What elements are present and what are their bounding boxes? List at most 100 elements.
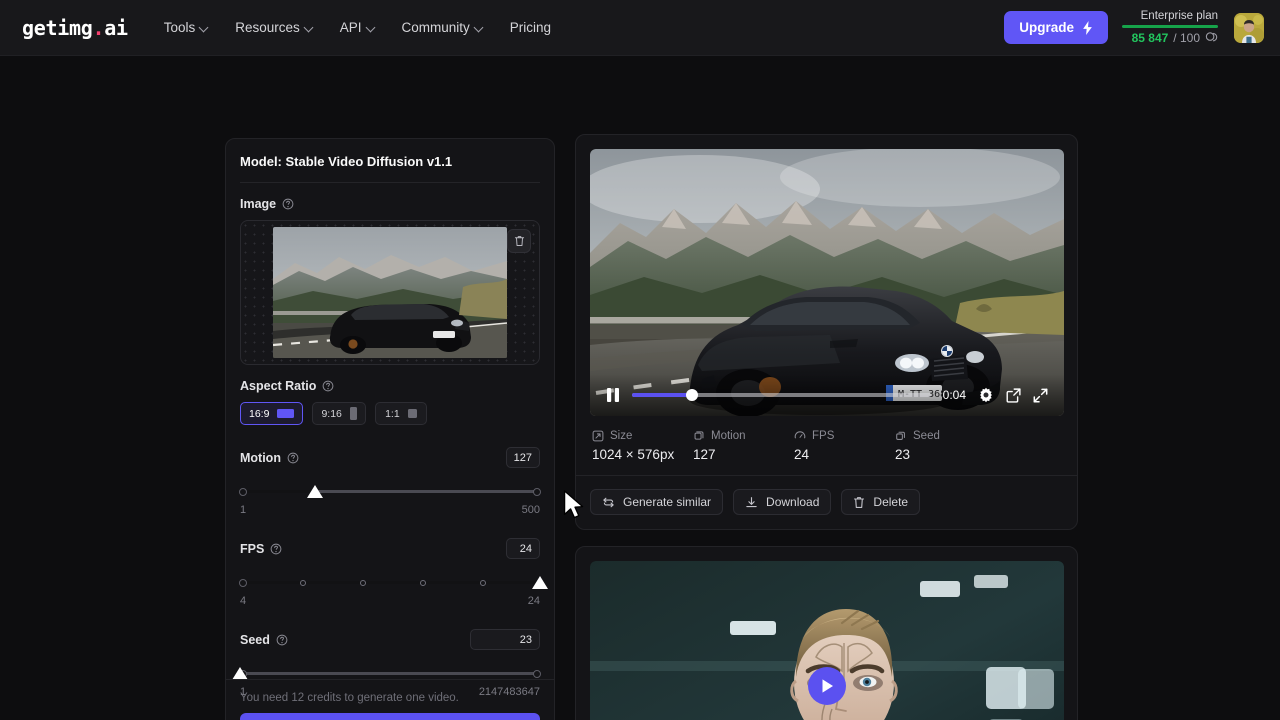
play-button-secondary[interactable]: [808, 667, 846, 705]
fps-slider[interactable]: [240, 573, 540, 593]
site-logo[interactable]: getimg.ai: [22, 16, 128, 40]
generate-similar-button[interactable]: Generate similar: [590, 489, 723, 515]
plan-usage-block[interactable]: Enterprise plan 85 847 / 100: [1122, 10, 1220, 45]
trash-icon: [514, 235, 525, 247]
video-result-card-secondary: [575, 546, 1078, 720]
pause-icon[interactable]: [606, 387, 620, 403]
aspect-ratio-label-text: Aspect Ratio: [240, 379, 316, 393]
meta-item-size: Size 1024 × 576px: [592, 430, 693, 462]
motion-label-text: Motion: [240, 451, 281, 465]
upgrade-label: Upgrade: [1019, 20, 1074, 35]
nav-label-resources: Resources: [235, 20, 300, 35]
top-navigation-bar: getimg.ai Tools Resources API Community …: [0, 0, 1280, 56]
video-progress-knob[interactable]: [686, 389, 698, 401]
user-avatar[interactable]: [1234, 13, 1264, 43]
nav-item-community[interactable]: Community: [402, 20, 484, 35]
fps-label-text: FPS: [240, 542, 264, 556]
image-label-text: Image: [240, 197, 276, 211]
aspect-ratio-label-9-16: 9:16: [321, 408, 341, 420]
settings-panel: Model: Stable Video Diffusion v1.1 Image: [225, 138, 555, 720]
open-external-icon[interactable]: [1006, 388, 1021, 403]
motion-slider-start-cap: [239, 488, 247, 496]
meta-value-fps: 24: [794, 447, 895, 462]
motion-value-box[interactable]: 127: [506, 447, 540, 468]
panel-body: Image: [226, 197, 554, 698]
aspect-ratio-swatch-portrait: [350, 407, 357, 420]
image-section: Image: [240, 197, 540, 365]
motion-icon: [693, 430, 705, 442]
motion-slider-end-cap: [533, 488, 541, 496]
video-metadata-row: Size 1024 × 576px Motion 127: [590, 430, 1063, 462]
video-controls: 0:04: [590, 374, 1064, 416]
seed-label-text: Seed: [240, 633, 270, 647]
gear-icon[interactable]: [978, 387, 994, 403]
model-title: Model: Stable Video Diffusion v1.1: [240, 154, 540, 169]
fps-slider-thumb[interactable]: [532, 576, 548, 589]
video-progress-bar[interactable]: [632, 393, 931, 397]
help-icon[interactable]: [270, 543, 282, 555]
fps-value-box[interactable]: 24: [506, 538, 540, 559]
seed-slider-end-cap: [533, 670, 541, 678]
card-divider: [576, 475, 1077, 476]
meta-label-fps: FPS: [812, 430, 834, 442]
credits-used-value: 85 847: [1132, 31, 1169, 45]
motion-header: Motion 127: [240, 447, 540, 468]
plan-name-label: Enterprise plan: [1141, 10, 1218, 22]
fps-icon: [794, 430, 806, 442]
image-upload-box[interactable]: [240, 220, 540, 365]
delete-image-button[interactable]: [507, 229, 531, 253]
meta-value-motion: 127: [693, 447, 794, 462]
logo-suffix: ai: [104, 16, 127, 40]
aspect-ratio-option-16-9[interactable]: 16:9: [240, 402, 303, 425]
video-player-secondary[interactable]: [590, 561, 1064, 720]
motion-slider[interactable]: [240, 482, 540, 502]
help-icon[interactable]: [287, 452, 299, 464]
meta-label-motion: Motion: [711, 430, 746, 442]
help-icon[interactable]: [282, 198, 294, 210]
download-button[interactable]: Download: [733, 489, 831, 515]
fullscreen-icon[interactable]: [1033, 388, 1048, 403]
fps-field-label: FPS: [240, 542, 282, 556]
uploaded-image-thumbnail: [273, 227, 507, 358]
nav-label-tools: Tools: [164, 20, 196, 35]
meta-value-seed: 23: [895, 447, 996, 462]
nav-item-resources[interactable]: Resources: [235, 20, 314, 35]
chevron-down-icon: [367, 23, 376, 32]
chevron-down-icon: [200, 23, 209, 32]
plan-usage-bar: [1122, 25, 1218, 28]
nav-label-api: API: [340, 20, 362, 35]
nav-item-api[interactable]: API: [340, 20, 376, 35]
delete-button[interactable]: Delete: [841, 489, 920, 515]
coins-icon: [1205, 31, 1218, 44]
fps-range-labels: 4 24: [240, 595, 540, 607]
aspect-ratio-label-16-9: 16:9: [249, 408, 269, 420]
generate-video-button[interactable]: Generate video: [240, 713, 540, 720]
panel-divider: [240, 182, 540, 183]
meta-label-size: Size: [610, 430, 632, 442]
help-icon[interactable]: [276, 634, 288, 646]
generate-similar-label: Generate similar: [623, 495, 711, 509]
avatar-image: [1234, 13, 1264, 43]
nav-item-pricing[interactable]: Pricing: [510, 20, 551, 35]
seed-input[interactable]: 23: [470, 629, 540, 650]
meta-head-size: Size: [592, 430, 693, 442]
motion-slider-thumb[interactable]: [307, 485, 323, 498]
aspect-ratio-options: 16:9 9:16 1:1: [240, 402, 540, 425]
aspect-ratio-option-9-16[interactable]: 9:16: [312, 402, 365, 425]
trash-icon: [853, 496, 865, 509]
play-icon: [820, 678, 835, 694]
help-icon[interactable]: [322, 380, 334, 392]
page-content: Model: Stable Video Diffusion v1.1 Image: [0, 56, 1280, 720]
aspect-ratio-option-1-1[interactable]: 1:1: [375, 402, 427, 425]
chevron-down-icon: [475, 23, 484, 32]
upgrade-button[interactable]: Upgrade: [1004, 11, 1108, 44]
video-player[interactable]: M-TT 368: [590, 149, 1064, 416]
plan-credits-row: 85 847 / 100: [1132, 31, 1218, 45]
seed-slider-track: [240, 672, 540, 675]
aspect-ratio-label-1-1: 1:1: [385, 408, 400, 420]
video-actions-row: Generate similar Download: [590, 489, 1063, 515]
main-nav-links: Tools Resources API Community Pricing: [164, 20, 551, 35]
nav-item-tools[interactable]: Tools: [164, 20, 210, 35]
image-field-label: Image: [240, 197, 540, 211]
size-icon: [592, 430, 604, 442]
